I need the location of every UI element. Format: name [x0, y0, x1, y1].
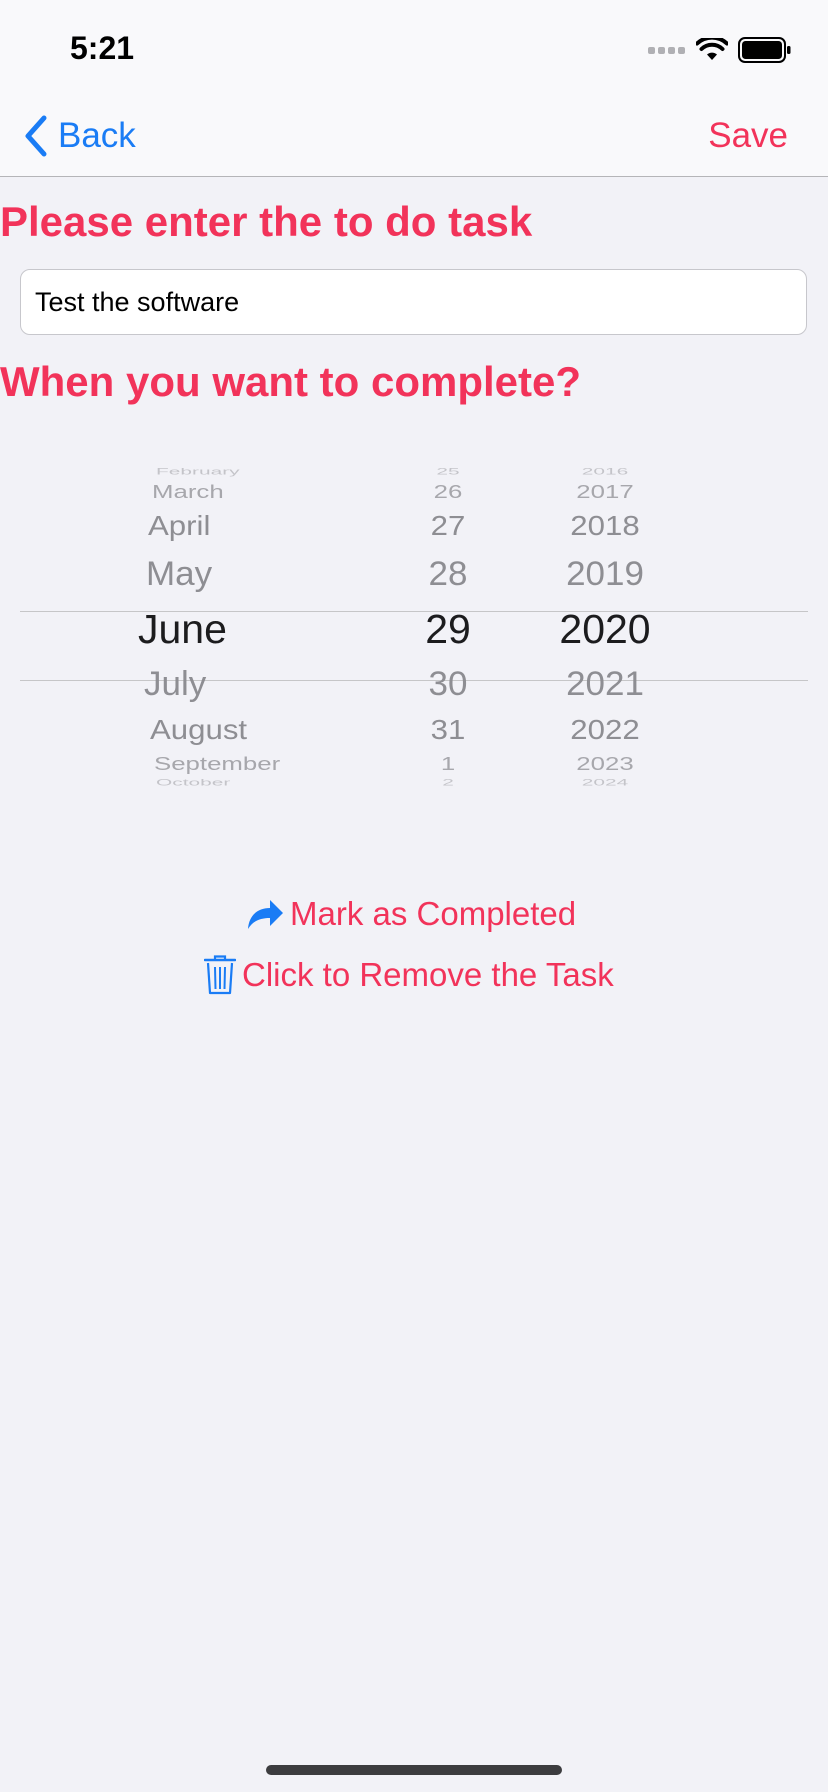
back-label: Back: [58, 116, 136, 155]
picker-year-item[interactable]: 2021: [545, 660, 665, 707]
picker-month-column[interactable]: February March April May June July August Septe…: [138, 460, 408, 820]
back-button[interactable]: Back: [24, 110, 136, 162]
picker-month-item[interactable]: April: [148, 504, 210, 547]
date-picker[interactable]: February March April May June July August Septe…: [20, 460, 808, 820]
status-time: 5:21: [70, 30, 135, 66]
picker-month-item[interactable]: October: [156, 772, 230, 794]
picker-year-item[interactable]: 2020: [545, 605, 665, 653]
picker-day-item[interactable]: 28: [388, 550, 508, 597]
wifi-icon: [696, 38, 728, 60]
picker-year-item[interactable]: 2024: [545, 772, 665, 794]
save-button[interactable]: Save: [708, 110, 788, 162]
signal-icon: [648, 47, 685, 54]
navigation-bar: Back Save: [0, 100, 828, 177]
status-indicators: [648, 36, 792, 64]
task-input[interactable]: [20, 269, 807, 335]
date-heading: When you want to complete?: [0, 358, 582, 405]
remove-task-label: Click to Remove the Task: [242, 956, 614, 993]
picker-month-item[interactable]: August: [150, 708, 247, 751]
task-heading: Please enter the to do task: [0, 198, 533, 245]
chevron-left-icon: [25, 115, 47, 157]
picker-day-item[interactable]: 27: [388, 504, 508, 547]
picker-day-item[interactable]: 31: [388, 708, 508, 751]
remove-task-button[interactable]: Click to Remove the Task: [204, 955, 614, 995]
battery-icon: [738, 37, 791, 63]
mark-completed-label: Mark as Completed: [290, 895, 577, 932]
picker-year-item[interactable]: 2018: [545, 504, 665, 547]
trash-icon: [204, 955, 236, 995]
picker-year-column[interactable]: 2016 2017 2018 2019 2020 2021 2022 2023 2024: [545, 460, 665, 820]
picker-day-item[interactable]: 2: [388, 772, 508, 794]
home-indicator: [266, 1765, 562, 1775]
share-arrow-icon: [248, 900, 283, 929]
picker-month-item[interactable]: July: [144, 660, 206, 707]
status-bar: 5:21: [0, 0, 828, 100]
picker-month-item[interactable]: May: [146, 550, 212, 597]
picker-month-item[interactable]: June: [138, 605, 227, 653]
picker-day-item[interactable]: 29: [388, 605, 508, 653]
picker-year-item[interactable]: 2019: [545, 550, 665, 597]
picker-day-item[interactable]: 30: [388, 660, 508, 707]
picker-day-column[interactable]: 25 26 27 28 29 30 31 1 2: [388, 460, 508, 820]
mark-completed-button[interactable]: Mark as Completed: [246, 895, 576, 933]
picker-year-item[interactable]: 2022: [545, 708, 665, 751]
